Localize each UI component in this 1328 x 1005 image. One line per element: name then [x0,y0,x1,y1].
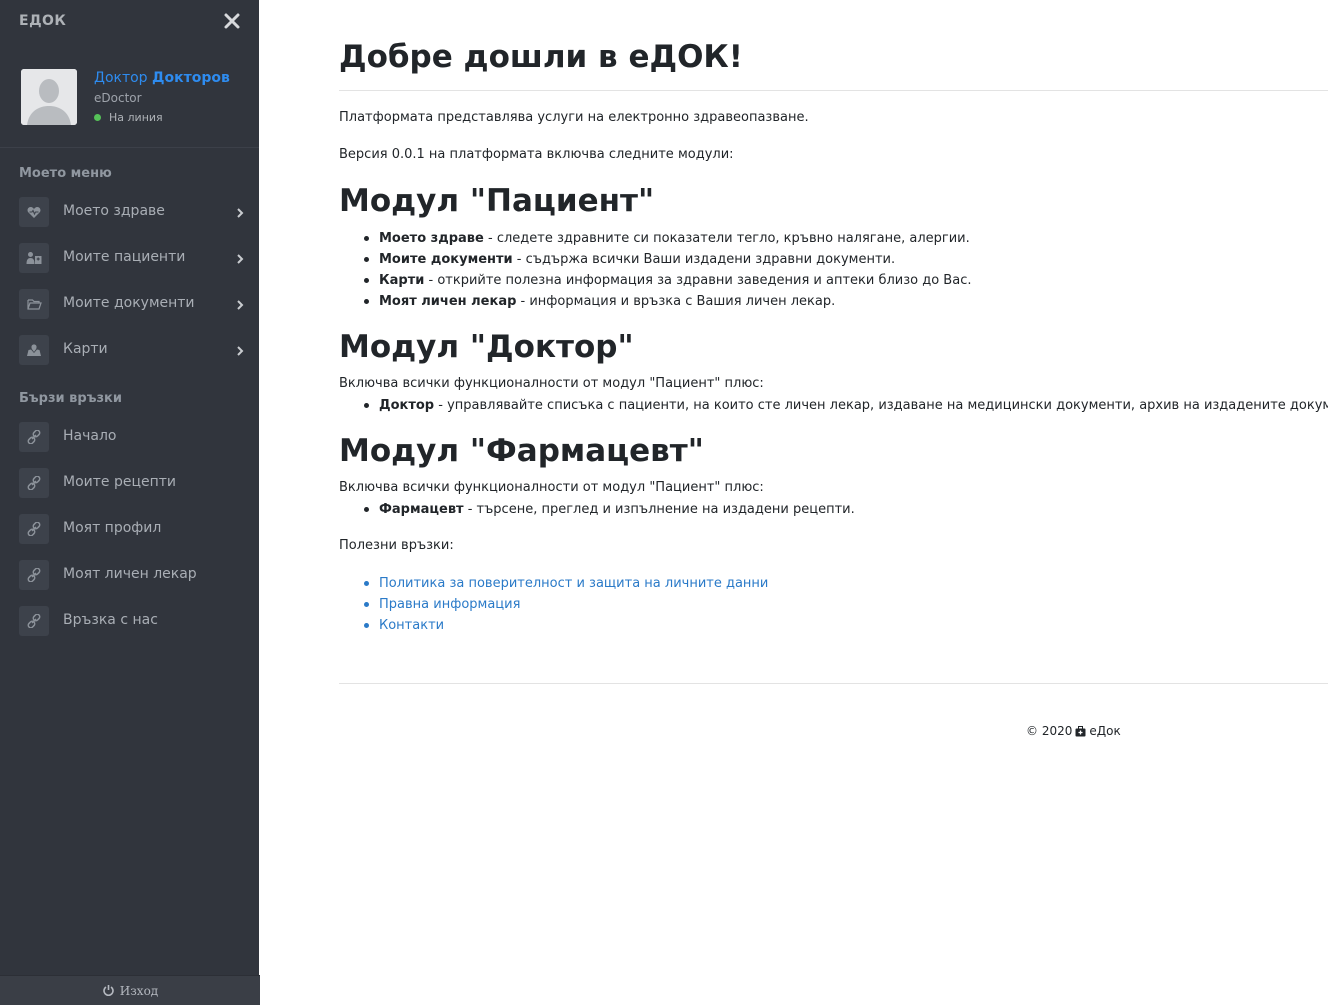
privacy-policy-link[interactable]: Политика за поверителност и защита на ли… [363,573,768,594]
profile-name[interactable]: Доктор Докторов [94,70,230,86]
list-item-description: - открийте полезна информация за здравни… [424,273,972,288]
list-item-term: Моят личен лекар [379,294,517,309]
page-title: Добре дошли в еДОК! [339,39,743,75]
sidebar-item-label: Моите пациенти [63,249,186,265]
user-profile: Доктор Докторов eDoctor На линия [0,44,259,148]
logout-button[interactable]: Изход [0,975,260,1005]
sidebar-item-maps[interactable]: Карти [0,330,259,370]
link-icon [19,560,49,590]
list-item: Моите документи - съдържа всички Ваши из… [363,249,971,270]
doctor-module-intro: Включва всички функционалности от модул … [339,376,764,391]
sidebar-item-label: Моите рецепти [63,474,177,490]
sidebar-item-my-gp[interactable]: Моят личен лекар [0,555,259,595]
logout-label: Изход [119,983,159,998]
sidebar-item-label: Начало [63,428,117,444]
sidebar-item-contact-us[interactable]: Връзка с нас [0,601,259,641]
sidebar-item-my-profile[interactable]: Моят профил [0,509,259,549]
close-sidebar-button[interactable] [222,11,242,31]
doctor-module-list: Доктор - управлявайте списъка с пациенти… [364,395,1328,416]
list-item-term: Моето здраве [379,231,484,246]
useful-links-title: Полезни връзки: [339,538,454,553]
power-icon [103,985,114,996]
sidebar-item-label: Моят профил [63,520,162,536]
sidebar-item-label: Моите документи [63,295,195,311]
version-text: Версия 0.0.1 на платформата включва след… [339,147,734,162]
list-item: Фармацевт - търсене, преглед и изпълнени… [364,499,855,520]
chevron-right-icon [237,300,244,310]
list-item-term: Фармацевт [379,502,464,517]
patient-module-title: Модул "Пациент" [339,183,655,219]
divider [339,90,1328,91]
useful-links-list: Политика за поверителност и защита на ли… [363,573,768,636]
patients-icon [19,243,49,273]
user-avatar-icon [21,69,77,125]
online-dot-icon [94,114,101,121]
menu-section-title: Моето меню [19,166,112,181]
list-item-term: Карти [379,273,425,288]
copyright-text: © 2020 [1026,724,1073,738]
chevron-right-icon [237,346,244,356]
legal-info-link[interactable]: Правна информация [363,594,768,615]
heart-icon [19,197,49,227]
sidebar: ЕДОК Доктор Докторов eDoctor На линия Мо… [0,0,260,1005]
list-item-description: - търсене, преглед и изпълнение на издад… [463,502,855,517]
close-icon [224,13,240,29]
brand-logo[interactable]: ЕДОК [19,13,66,29]
pharmacist-module-list: Фармацевт - търсене, преглед и изпълнени… [364,499,855,520]
link-icon [19,606,49,636]
avatar [21,69,77,125]
chevron-right-icon [237,208,244,218]
quick-links-section-title: Бързи връзки [19,391,122,406]
footer: © 2020 еДок [1026,724,1121,738]
footer-brand: еДок [1089,724,1121,738]
list-item: Доктор - управлявайте списъка с пациенти… [364,395,1328,416]
sidebar-item-my-documents[interactable]: Моите документи [0,284,259,324]
list-item-term: Моите документи [379,252,513,267]
sidebar-item-my-prescriptions[interactable]: Моите рецепти [0,463,259,503]
footer-divider [339,683,1328,684]
link-icon [19,468,49,498]
list-item-description: - информация и връзка с Вашия личен лека… [516,294,836,309]
online-status: На линия [94,111,163,124]
sidebar-item-label: Моят личен лекар [63,566,197,582]
map-icon [19,335,49,365]
patient-module-list: Моето здраве - следете здравните си пока… [363,228,972,312]
list-item-description: - управлявайте списъка с пациенти, на ко… [434,398,1328,413]
folder-icon [19,289,49,319]
sidebar-item-home[interactable]: Начало [0,417,259,457]
sidebar-item-label: Моето здраве [63,203,165,219]
sidebar-header: ЕДОК [0,0,259,44]
chevron-right-icon [237,254,244,264]
pharmacist-module-intro: Включва всички функционалности от модул … [339,480,764,495]
profile-role: eDoctor [94,91,142,105]
status-label: На линия [109,111,163,124]
contacts-link[interactable]: Контакти [363,615,768,636]
list-item: Моят личен лекар - информация и връзка с… [363,291,971,312]
list-item-description: - съдържа всички Ваши издадени здравни д… [512,252,896,267]
list-item-description: - следете здравните си показатели тегло,… [483,231,970,246]
list-item: Карти - открийте полезна информация за з… [363,270,972,291]
link-icon [19,514,49,544]
profile-last-name: Докторов [152,70,230,86]
intro-text: Платформата представлява услуги на елект… [339,110,809,125]
pharmacist-module-title: Модул "Фармацевт" [339,433,704,469]
list-item-term: Доктор [379,398,435,413]
medkit-icon [1075,725,1086,736]
sidebar-item-label: Карти [63,341,108,357]
doctor-module-title: Модул "Доктор" [339,329,634,365]
link-icon [19,422,49,452]
sidebar-item-my-patients[interactable]: Моите пациенти [0,238,259,278]
list-item: Моето здраве - следете здравните си пока… [363,228,971,249]
profile-first-name: Доктор [94,70,148,86]
sidebar-item-my-health[interactable]: Моето здраве [0,192,259,232]
sidebar-item-label: Връзка с нас [63,612,158,628]
